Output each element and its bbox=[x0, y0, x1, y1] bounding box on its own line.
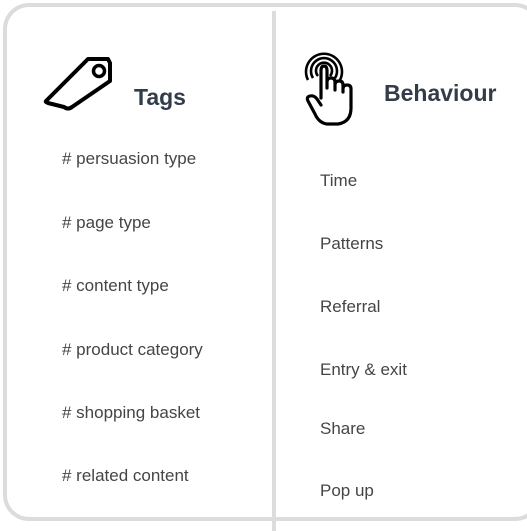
behaviour-item-referral[interactable]: Referral bbox=[320, 297, 380, 317]
behaviour-item-pop-up[interactable]: Pop up bbox=[320, 481, 374, 501]
tags-heading: Tags bbox=[134, 84, 186, 110]
tag-item-page-type[interactable]: # page type bbox=[62, 213, 151, 233]
behaviour-item-time[interactable]: Time bbox=[320, 171, 357, 191]
tag-item-product-category[interactable]: # product category bbox=[62, 340, 203, 360]
touch-hand-icon bbox=[304, 52, 353, 126]
behaviour-item-patterns[interactable]: Patterns bbox=[320, 234, 383, 254]
behaviour-item-entry-exit[interactable]: Entry & exit bbox=[320, 360, 407, 380]
behaviour-item-share[interactable]: Share bbox=[320, 419, 365, 439]
tag-item-shopping-basket[interactable]: # shopping basket bbox=[62, 403, 200, 423]
column-divider bbox=[272, 11, 276, 531]
tag-item-related-content[interactable]: # related content bbox=[62, 466, 189, 486]
tag-icon bbox=[43, 57, 112, 111]
tag-item-content-type[interactable]: # content type bbox=[62, 276, 169, 296]
tag-item-persuasion-type[interactable]: # persuasion type bbox=[62, 149, 196, 169]
behaviour-heading: Behaviour bbox=[384, 80, 497, 106]
